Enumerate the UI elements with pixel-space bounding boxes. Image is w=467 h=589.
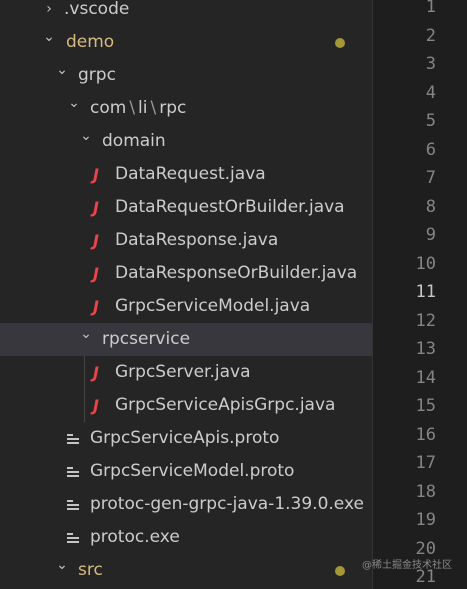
- java-icon: J: [93, 198, 99, 217]
- chevron-down-icon: ⌄: [56, 62, 68, 78]
- tree-item-file[interactable]: J DataRequestOrBuilder.java: [0, 191, 372, 224]
- tree-item-label: GrpcServiceApisGrpc.java: [115, 395, 336, 415]
- tree-item-label: DataResponse.java: [115, 230, 279, 250]
- file-explorer: › .vscode ⌄ demo ⌄ grpc ⌄ com \ li \ rpc ⌄ d…: [0, 0, 372, 589]
- chevron-down-icon: ⌄: [80, 326, 92, 342]
- line-number: 7: [425, 168, 436, 188]
- path-segment: li: [138, 98, 148, 118]
- indent-guide: [84, 389, 85, 422]
- line-number: 12: [415, 311, 436, 331]
- path-separator: \: [150, 98, 157, 118]
- line-number: 14: [415, 368, 436, 388]
- tree-item-label: src: [78, 560, 103, 580]
- java-icon: J: [93, 231, 99, 250]
- java-icon: J: [93, 363, 99, 382]
- tree-item-file[interactable]: protoc-gen-grpc-java-1.39.0.exe: [0, 488, 372, 521]
- line-number: 8: [425, 197, 436, 217]
- line-number-active: 11: [415, 282, 436, 302]
- line-number: 9: [425, 225, 436, 245]
- tree-item-label: DataRequestOrBuilder.java: [115, 197, 345, 217]
- chevron-down-icon: ⌄: [43, 29, 55, 45]
- chevron-down-icon: ⌄: [80, 128, 92, 144]
- tree-item-label: GrpcServer.java: [115, 362, 251, 382]
- java-icon: J: [93, 165, 99, 184]
- tree-item-label: demo: [66, 32, 115, 52]
- line-number: 15: [415, 396, 436, 416]
- tree-item-file[interactable]: J GrpcServer.java: [0, 356, 372, 389]
- tree-item-file[interactable]: J GrpcServiceModel.java: [0, 290, 372, 323]
- line-number: 4: [425, 83, 436, 103]
- tree-item-file[interactable]: J GrpcServiceApisGrpc.java: [0, 389, 372, 422]
- tree-item-file[interactable]: GrpcServiceModel.proto: [0, 455, 372, 488]
- line-number: 18: [415, 482, 436, 502]
- tree-item-label: GrpcServiceApis.proto: [90, 428, 280, 448]
- line-number: 17: [415, 453, 436, 473]
- lines-icon: [67, 434, 79, 445]
- tree-item-rpcservice[interactable]: ⌄ rpcservice: [0, 323, 372, 356]
- tree-item-label: DataRequest.java: [115, 164, 266, 184]
- tree-item-file[interactable]: GrpcServiceApis.proto: [0, 422, 372, 455]
- tree-item-domain[interactable]: ⌄ domain: [0, 125, 372, 158]
- chevron-down-icon: ⌄: [56, 557, 68, 573]
- line-number: 6: [425, 140, 436, 160]
- java-icon: J: [93, 264, 99, 283]
- lines-icon: [67, 533, 79, 544]
- editor-gutter: 1 2 3 4 5 6 7 8 9 10 11 12 13 14 15 16 1…: [373, 0, 467, 589]
- tree-item-file[interactable]: J DataRequest.java: [0, 158, 372, 191]
- tree-item-label: DataResponseOrBuilder.java: [115, 263, 358, 283]
- path-segment: rpc: [159, 98, 187, 118]
- path-separator: \: [129, 98, 136, 118]
- indent-guide: [84, 356, 85, 389]
- tree-item-file[interactable]: J DataResponseOrBuilder.java: [0, 257, 372, 290]
- line-number: 16: [415, 425, 436, 445]
- tree-item-label: grpc: [78, 65, 116, 85]
- tree-item-label: .vscode: [64, 0, 130, 19]
- tree-item-label: GrpcServiceModel.java: [115, 296, 311, 316]
- tree-item-src[interactable]: ⌄ src: [0, 554, 372, 587]
- tree-item-label: GrpcServiceModel.proto: [90, 461, 295, 481]
- line-number: 1: [425, 0, 436, 17]
- line-number: 3: [425, 54, 436, 74]
- line-number: 13: [415, 339, 436, 359]
- line-number: 19: [415, 510, 436, 530]
- path-segment: com: [90, 98, 127, 118]
- tree-item-grpc[interactable]: ⌄ grpc: [0, 59, 372, 92]
- modified-dot-icon: [335, 38, 345, 48]
- modified-dot-icon: [335, 566, 345, 576]
- tree-item-label: protoc.exe: [90, 527, 180, 547]
- tree-item-com-li-rpc[interactable]: ⌄ com \ li \ rpc: [0, 92, 372, 125]
- lines-icon: [67, 467, 79, 478]
- tree-item-label: domain: [102, 131, 166, 151]
- line-number: 10: [415, 254, 436, 274]
- tree-item-file[interactable]: J DataResponse.java: [0, 224, 372, 257]
- line-number: 2: [425, 26, 436, 46]
- tree-item-label: rpcservice: [102, 329, 191, 349]
- lines-icon: [67, 500, 79, 511]
- chevron-down-icon: ⌄: [68, 95, 80, 111]
- java-icon: J: [93, 396, 99, 415]
- line-number: 5: [425, 111, 436, 131]
- tree-item-label: protoc-gen-grpc-java-1.39.0.exe: [90, 494, 364, 514]
- watermark: @稀土掘金技术社区: [362, 560, 452, 571]
- tree-item-label: com \ li \ rpc: [90, 92, 186, 125]
